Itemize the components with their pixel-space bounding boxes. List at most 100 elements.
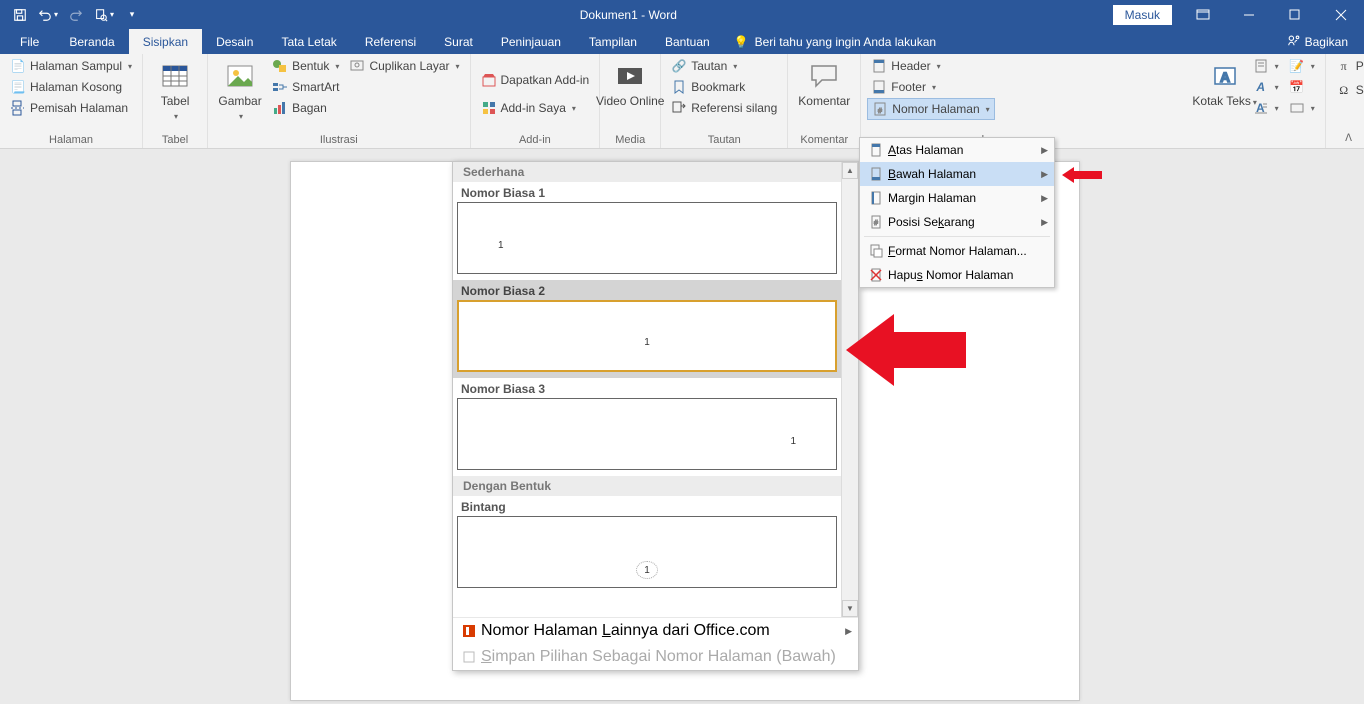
share-button[interactable]: Bagikan (1271, 29, 1364, 54)
screenshot-icon (349, 58, 365, 74)
page-number-icon: # (872, 101, 888, 117)
blank-page-button[interactable]: 📃Halaman Kosong (6, 77, 136, 97)
menu-page-margins[interactable]: Margin Halaman▶ (860, 186, 1054, 210)
page-top-icon (864, 142, 888, 158)
minimize-icon[interactable] (1226, 0, 1272, 29)
header-icon (871, 58, 887, 74)
page-break-icon (10, 100, 26, 116)
gallery-save-selection: Simpan Pilihan Sebagai Nomor Halaman (Ba… (453, 644, 858, 670)
shapes-button[interactable]: Bentuk▾ (268, 56, 343, 76)
signature-line-button[interactable]: 📝▾ (1285, 56, 1319, 76)
scroll-down-icon[interactable]: ▼ (842, 600, 858, 617)
gallery-item-plain-1[interactable]: Nomor Biasa 1 1 (453, 182, 841, 280)
tab-surat[interactable]: Surat (430, 29, 487, 54)
footer-icon (871, 79, 887, 95)
symbol-icon: Ω (1336, 82, 1352, 98)
svg-text:A: A (1220, 69, 1230, 85)
gallery-item-star[interactable]: Bintang 1 (453, 496, 841, 594)
smartart-button[interactable]: SmartArt (268, 77, 343, 97)
object-button[interactable]: ▾ (1285, 98, 1319, 118)
menu-remove-page-numbers[interactable]: Hapus Nomor Halaman (860, 263, 1054, 287)
page-current-icon: # (864, 214, 888, 230)
bookmark-icon (671, 79, 687, 95)
ribbon: 📄Halaman Sampul▾ 📃Halaman Kosong Pemisah… (0, 54, 1364, 149)
comment-icon (808, 60, 840, 92)
tab-referensi[interactable]: Referensi (351, 29, 430, 54)
menu-bottom-of-page[interactable]: Bawah Halaman▶ (860, 162, 1054, 186)
menu-top-of-page[interactable]: Atas Halaman▶ (860, 138, 1054, 162)
table-button[interactable]: Tabel▾ (149, 56, 201, 132)
pictures-button[interactable]: Gambar▾ (214, 56, 266, 132)
collapse-ribbon-icon[interactable]: ᐱ (1345, 133, 1352, 144)
wordart-button[interactable]: A▾ (1249, 77, 1283, 97)
my-addins-button[interactable]: Add-in Saya▾ (477, 98, 594, 118)
print-preview-icon[interactable]: ▾ (92, 3, 116, 27)
maximize-icon[interactable] (1272, 0, 1318, 29)
gallery-item-plain-2[interactable]: Nomor Biasa 2 1 (453, 280, 841, 378)
tab-file[interactable]: File (4, 29, 55, 54)
gallery-item-plain-3[interactable]: Nomor Biasa 3 1 (453, 378, 841, 476)
cross-reference-button[interactable]: Referensi silang (667, 98, 781, 118)
page-number-button[interactable]: #Nomor Halaman▾ (867, 98, 994, 120)
group-komentar: Komentar Komentar (788, 54, 861, 148)
tab-tata-letak[interactable]: Tata Letak (267, 29, 350, 54)
sign-in-button[interactable]: Masuk (1113, 5, 1172, 25)
online-video-button[interactable]: Video Online (606, 56, 654, 132)
symbol-button[interactable]: ΩSimbol▾ (1332, 80, 1364, 100)
link-icon: 🔗 (671, 58, 687, 74)
page-break-button[interactable]: Pemisah Halaman (6, 98, 136, 118)
link-button[interactable]: 🔗Tautan▾ (667, 56, 781, 76)
menu-current-position[interactable]: #Posisi Sekarang▶ (860, 210, 1054, 234)
tell-me-search[interactable]: 💡 Beri tahu yang ingin Anda lakukan (734, 29, 936, 54)
office-icon (457, 623, 481, 639)
page-icon: 📄 (10, 58, 26, 74)
tab-tampilan[interactable]: Tampilan (575, 29, 651, 54)
quickparts-icon (1253, 58, 1269, 74)
gallery-more-office[interactable]: Nomor Halaman Lainnya dari Office.com▶ (453, 618, 858, 644)
shapes-icon (272, 58, 288, 74)
wordart-icon: A (1253, 79, 1269, 95)
get-addins-button[interactable]: Dapatkan Add-in (477, 70, 594, 90)
dropcap-icon: A (1253, 100, 1269, 116)
tab-sisipkan[interactable]: Sisipkan (129, 29, 202, 54)
drop-cap-button[interactable]: A▾ (1249, 98, 1283, 118)
group-label: Tabel (149, 132, 201, 148)
equation-button[interactable]: πPersamaan▾ (1332, 56, 1364, 76)
group-label: Add-in (477, 132, 594, 148)
group-addin: Dapatkan Add-in Add-in Saya▾ Add-in (471, 54, 601, 148)
screenshot-button[interactable]: Cuplikan Layar▾ (345, 56, 463, 76)
bookmark-button[interactable]: Bookmark (667, 77, 781, 97)
datetime-icon: 📅 (1289, 79, 1305, 95)
ribbon-display-icon[interactable] (1180, 0, 1226, 29)
page-bottom-icon (864, 166, 888, 182)
header-button[interactable]: Header▾ (867, 56, 994, 76)
tab-peninjauan[interactable]: Peninjauan (487, 29, 575, 54)
group-media: Video Online Media (600, 54, 661, 148)
gallery-footer: Nomor Halaman Lainnya dari Office.com▶ S… (453, 617, 858, 670)
comment-button[interactable]: Komentar (794, 56, 854, 132)
save-icon[interactable] (8, 3, 32, 27)
redo-icon[interactable] (64, 3, 88, 27)
close-icon[interactable] (1318, 0, 1364, 29)
smartart-icon (272, 79, 288, 95)
text-box-button[interactable]: A Kotak Teks▾ (1203, 56, 1247, 148)
menu-separator (864, 236, 1050, 237)
undo-icon[interactable]: ▾ (36, 3, 60, 27)
tab-desain[interactable]: Desain (202, 29, 267, 54)
tab-beranda[interactable]: Beranda (55, 29, 128, 54)
ribbon-tabs: File Beranda Sisipkan Desain Tata Letak … (0, 29, 1364, 54)
quick-parts-button[interactable]: ▾ (1249, 56, 1283, 76)
save-selection-icon (457, 649, 481, 665)
group-teks: A Kotak Teks▾ ▾ A▾ A▾ 📝▾ 📅 ▾ (1197, 54, 1326, 148)
date-time-button[interactable]: 📅 (1285, 77, 1319, 97)
chart-button[interactable]: Bagan (268, 98, 343, 118)
customize-qat-icon[interactable]: ▾ (120, 3, 144, 27)
cover-page-button[interactable]: 📄Halaman Sampul▾ (6, 56, 136, 76)
tab-bantuan[interactable]: Bantuan (651, 29, 724, 54)
annotation-arrow-big (846, 310, 966, 395)
scroll-up-icon[interactable]: ▲ (842, 162, 858, 179)
crossref-icon (671, 100, 687, 116)
video-icon (614, 60, 646, 92)
menu-format-page-numbers[interactable]: Format Nomor Halaman... (860, 239, 1054, 263)
footer-button[interactable]: Footer▾ (867, 77, 994, 97)
